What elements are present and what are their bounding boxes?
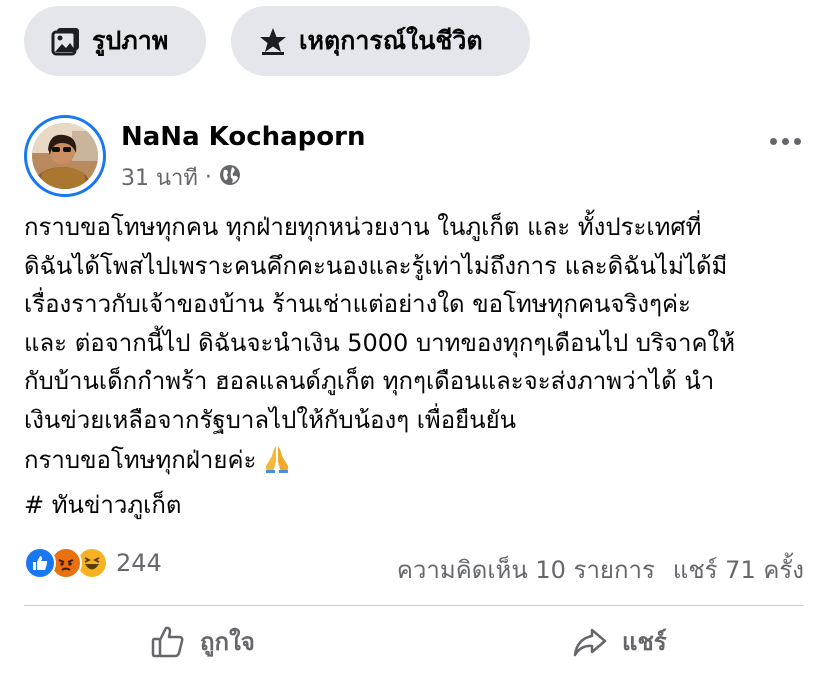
share-button[interactable]: แชร์ — [572, 622, 667, 661]
hashtag[interactable]: # ทันข่าวภูเก็ต — [24, 486, 814, 525]
post-text-line: กับบ้านเด็กกำพร้า ฮอลแลนด์ภูเก็ต ทุกๆเดื… — [24, 367, 715, 395]
post-text-line: เงินข่วยเหลือจากรัฐบาลไปให้กับน้องๆ เพื่… — [24, 405, 517, 434]
share-arrow-icon — [572, 624, 608, 660]
reactions-summary[interactable]: 244 — [24, 547, 162, 579]
post-meta: 31 นาที · — [121, 160, 241, 195]
life-event-button-label: เหตุการณ์ในชีวิต — [299, 26, 483, 55]
folded-hands-emoji — [262, 444, 292, 486]
thumbs-up-icon — [150, 624, 186, 660]
apology-text: กราบขอโทษทุกฝ่ายค่ะ — [24, 446, 257, 474]
photo-icon — [50, 25, 82, 57]
post-stats: ความคิดเห็น 10 รายการ แชร์ 71 ครั้ง — [397, 550, 804, 589]
post-time[interactable]: 31 นาที — [121, 160, 198, 195]
post-text-line: กราบขอโทษทุกคน ทุกฝ่ายทุกหน่วยงาน ในภูเก… — [24, 213, 702, 241]
globe-icon[interactable] — [219, 164, 241, 192]
like-button-label: ถูกใจ — [200, 628, 255, 656]
photo-button-label: รูปภาพ — [92, 26, 169, 55]
more-dot — [794, 138, 801, 145]
divider — [24, 605, 804, 606]
post-text-line: และ ต่อจากนี้ไป ดิฉันจะนำเงิน 5000 บาทขอ… — [24, 328, 736, 357]
more-dot — [782, 138, 789, 145]
avatar-photo — [32, 123, 98, 189]
separator-dot: · — [204, 165, 212, 190]
author-name[interactable]: NaNa Kochaporn — [121, 122, 366, 152]
post-body: กราบขอโทษทุกคน ทุกฝ่ายทุกหน่วยงาน ในภูเก… — [24, 208, 814, 524]
more-options-button[interactable] — [770, 138, 801, 145]
avatar[interactable] — [24, 115, 106, 197]
post-apology-line: กราบขอโทษทุกฝ่ายค่ะ — [24, 441, 814, 486]
like-button[interactable]: ถูกใจ — [150, 622, 255, 661]
like-reaction-icon — [24, 547, 56, 579]
share-count[interactable]: แชร์ 71 ครั้ง — [673, 550, 804, 589]
share-button-label: แชร์ — [622, 628, 667, 656]
life-event-button[interactable]: เหตุการณ์ในชีวิต — [231, 6, 530, 76]
comment-count[interactable]: ความคิดเห็น 10 รายการ — [397, 550, 655, 589]
more-dot — [770, 138, 777, 145]
post-text-line: ดิฉันได้โพสไปเพราะคนคึกคะนองและรู้เท่าไม… — [24, 251, 728, 280]
post-text-line: เรื่องราวกับเจ้าของบ้าน ร้านเช่าแต่อย่าง… — [24, 290, 691, 318]
photo-button[interactable]: รูปภาพ — [24, 6, 206, 76]
star-icon — [257, 25, 289, 57]
reaction-count: 244 — [116, 549, 162, 577]
